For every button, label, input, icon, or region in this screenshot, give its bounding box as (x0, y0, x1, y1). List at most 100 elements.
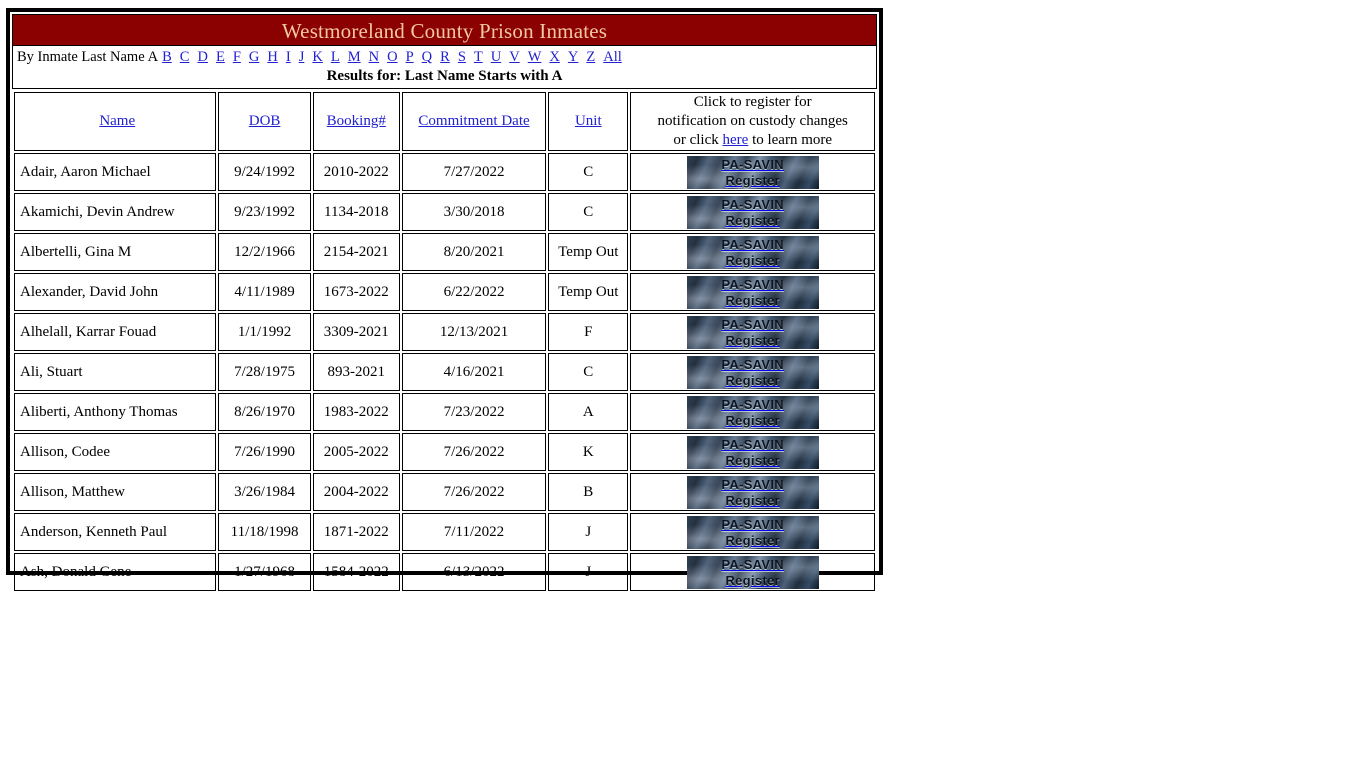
table-row: Anderson, Kenneth Paul 11/18/1998 1871-202… (14, 513, 875, 551)
cell-inmate-commitment-date: 8/20/2021 (401, 233, 547, 271)
pa-savin-register-button[interactable]: PA-SAVIN Register (686, 435, 819, 469)
alphabet-link-j[interactable]: J (299, 49, 305, 65)
pa-savin-register-button[interactable]: PA-SAVIN Register (686, 155, 819, 189)
alphabet-link-l[interactable]: L (331, 49, 340, 65)
sort-link-booking[interactable]: Booking# (327, 113, 386, 129)
alphabet-link-b[interactable]: B (162, 49, 172, 65)
cell-inmate-booking-number: 2010-2022 (312, 153, 400, 191)
cell-inmate-commitment-date: 7/11/2022 (401, 513, 547, 551)
alphabet-link-r[interactable]: R (440, 49, 450, 65)
cell-inmate-booking-number: 1983-2022 (312, 393, 400, 431)
pa-savin-logo-text: PA-SAVIN (721, 196, 784, 212)
cell-inmate-dob: 9/24/1992 (218, 153, 311, 191)
table-row: Akamichi, Devin Andrew 9/23/1992 1134-2018… (14, 193, 875, 231)
learn-more-link[interactable]: here (723, 132, 749, 148)
alphabet-link-w[interactable]: W (528, 49, 542, 65)
cell-inmate-unit: C (548, 153, 629, 191)
cell-inmate-dob: 7/26/1990 (218, 433, 311, 471)
pa-savin-register-button[interactable]: PA-SAVIN Register (686, 355, 819, 389)
cell-inmate-unit: J (548, 513, 629, 551)
table-row: Aliberti, Anthony Thomas 8/26/1970 1983-20… (14, 393, 875, 431)
inmate-table: Name DOB Booking# Commitment Date Unit C… (12, 90, 877, 593)
alphabet-link-g[interactable]: G (249, 49, 259, 65)
alphabet-link-s[interactable]: S (458, 49, 466, 65)
pa-savin-register-label: Register (725, 412, 780, 428)
pa-savin-logo-text: PA-SAVIN (721, 476, 784, 492)
sort-link-dob[interactable]: DOB (249, 113, 281, 129)
cell-register: PA-SAVIN Register (630, 353, 875, 391)
alphabet-link-o[interactable]: O (387, 49, 397, 65)
pa-savin-logo-text: PA-SAVIN (721, 236, 784, 252)
cell-inmate-commitment-date: 4/16/2021 (401, 353, 547, 391)
pa-savin-register-button[interactable]: PA-SAVIN Register (686, 515, 819, 549)
cell-inmate-commitment-date: 3/30/2018 (401, 193, 547, 231)
cell-inmate-dob: 9/23/1992 (218, 193, 311, 231)
column-header-dob: DOB (218, 92, 311, 151)
sort-link-commitment-date[interactable]: Commitment Date (418, 113, 529, 129)
alphabet-link-d[interactable]: D (197, 49, 207, 65)
cell-inmate-booking-number: 1871-2022 (312, 513, 400, 551)
alphabet-link-x[interactable]: X (549, 49, 559, 65)
alphabet-link-i[interactable]: I (286, 49, 291, 65)
cell-inmate-unit: Temp Out (548, 273, 629, 311)
pa-savin-register-button[interactable]: PA-SAVIN Register (686, 235, 819, 269)
register-header-line1: Click to register for (693, 94, 812, 110)
cell-inmate-dob: 1/1/1992 (218, 313, 311, 351)
cell-register: PA-SAVIN Register (630, 393, 875, 431)
pa-savin-register-button[interactable]: PA-SAVIN Register (686, 475, 819, 509)
cell-inmate-dob: 4/11/1989 (218, 273, 311, 311)
cell-inmate-dob: 7/28/1975 (218, 353, 311, 391)
pa-savin-register-button[interactable]: PA-SAVIN Register (686, 395, 819, 429)
table-row: Adair, Aaron Michael 9/24/1992 2010-2022 7/… (14, 153, 875, 191)
pa-savin-register-button[interactable]: PA-SAVIN Register (686, 275, 819, 309)
register-header-line2: notification on custody changes (657, 113, 848, 129)
alphabet-link-t[interactable]: T (474, 49, 483, 65)
alphabet-link-y[interactable]: Y (568, 49, 578, 65)
pa-savin-register-label: Register (725, 492, 780, 508)
pa-savin-register-label: Register (725, 212, 780, 228)
alphabet-link-z[interactable]: Z (586, 49, 595, 65)
pa-savin-register-label: Register (725, 372, 780, 388)
alphabet-link-v[interactable]: V (509, 49, 519, 65)
table-row: Allison, Matthew 3/26/1984 2004-2022 7/26/2… (14, 473, 875, 511)
cell-register: PA-SAVIN Register (630, 553, 875, 591)
alphabet-nav: By Inmate Last Name A B C D E F G H I J K L M N O P Q R S T U… (13, 46, 876, 67)
cell-inmate-dob: 8/26/1970 (218, 393, 311, 431)
table-header: Name DOB Booking# Commitment Date Unit C… (14, 92, 875, 151)
alphabet-link-q[interactable]: Q (422, 49, 432, 65)
alphabet-link-u[interactable]: U (491, 49, 501, 65)
column-header-register: Click to register for notification on cu… (630, 92, 875, 151)
page-content: Westmoreland County Prison Inmates By In… (10, 12, 879, 591)
cell-inmate-unit: A (548, 393, 629, 431)
table-row: Ali, Stuart 7/28/1975 893-2021 4/16/2021 C PA… (14, 353, 875, 391)
pa-savin-register-button[interactable]: PA-SAVIN Register (686, 315, 819, 349)
cell-inmate-name: Adair, Aaron Michael (14, 153, 217, 191)
cell-inmate-unit: Temp Out (548, 233, 629, 271)
pa-savin-logo-text: PA-SAVIN (721, 316, 784, 332)
pa-savin-register-button[interactable]: PA-SAVIN Register (686, 555, 819, 589)
alphabet-link-all[interactable]: All (603, 49, 622, 65)
cell-register: PA-SAVIN Register (630, 473, 875, 511)
cell-inmate-unit: F (548, 313, 629, 351)
pa-savin-register-button[interactable]: PA-SAVIN Register (686, 195, 819, 229)
pa-savin-logo-text: PA-SAVIN (721, 356, 784, 372)
alphabet-link-p[interactable]: P (406, 49, 414, 65)
sort-link-name[interactable]: Name (99, 113, 135, 129)
cell-inmate-commitment-date: 7/26/2022 (401, 433, 547, 471)
alphabet-link-h[interactable]: H (267, 49, 277, 65)
alphabet-link-f[interactable]: F (233, 49, 241, 65)
sort-link-unit[interactable]: Unit (575, 113, 602, 129)
cell-inmate-booking-number: 1584-2022 (312, 553, 400, 591)
table-row: Albertelli, Gina M 12/2/1966 2154-2021 8/20… (14, 233, 875, 271)
alphabet-link-c[interactable]: C (180, 49, 190, 65)
alphabet-link-e[interactable]: E (216, 49, 225, 65)
alphabet-link-m[interactable]: M (348, 49, 361, 65)
alphabet-link-list: B C D E F G H I J K L M N O P Q R S T U V W X Y Z All (158, 49, 626, 65)
pa-savin-register-label: Register (725, 532, 780, 548)
alphabet-link-n[interactable]: N (369, 49, 379, 65)
cell-register: PA-SAVIN Register (630, 233, 875, 271)
pa-savin-register-label: Register (725, 572, 780, 588)
alphabet-link-k[interactable]: K (312, 49, 322, 65)
cell-inmate-name: Albertelli, Gina M (14, 233, 217, 271)
cell-inmate-commitment-date: 7/23/2022 (401, 393, 547, 431)
